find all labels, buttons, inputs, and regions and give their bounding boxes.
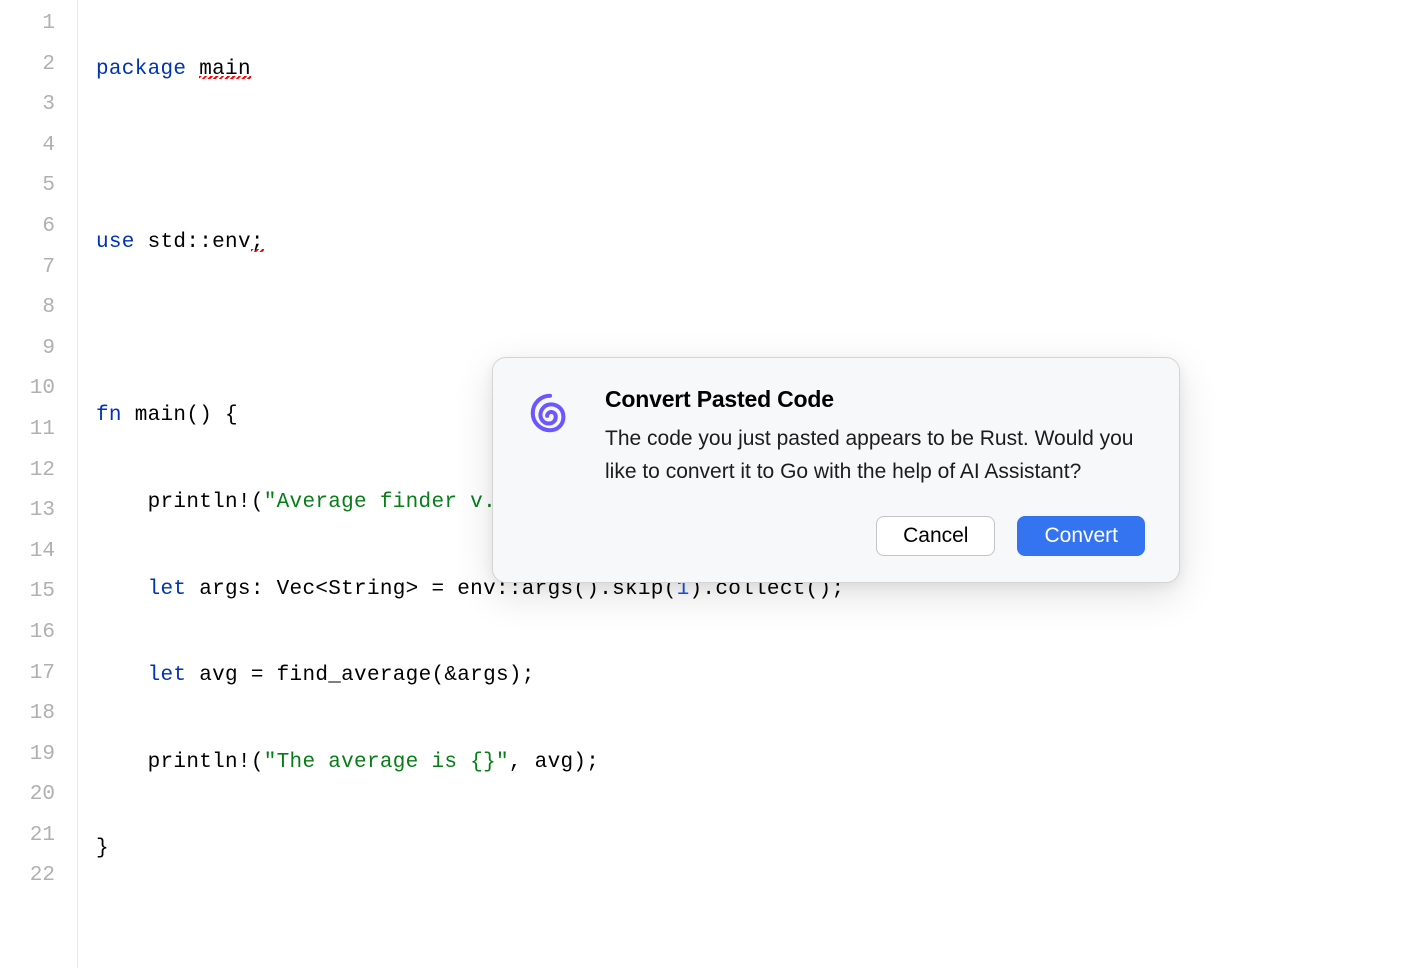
- line-number[interactable]: 15: [0, 572, 77, 613]
- line-number[interactable]: 6: [0, 207, 77, 248]
- code-text: std::env;: [148, 231, 264, 254]
- code-text: main() {: [135, 404, 238, 427]
- code-text: println!(: [96, 751, 264, 774]
- dialog-button-row: Cancel Convert: [527, 516, 1145, 556]
- keyword: let: [148, 664, 187, 687]
- line-number[interactable]: 16: [0, 613, 77, 654]
- line-number[interactable]: 8: [0, 288, 77, 329]
- line-number[interactable]: 19: [0, 735, 77, 776]
- code-line[interactable]: [96, 916, 1424, 957]
- identifier-error: main: [199, 58, 251, 81]
- line-number[interactable]: 14: [0, 532, 77, 573]
- code-text: [96, 664, 148, 687]
- line-number[interactable]: 9: [0, 329, 77, 370]
- line-number[interactable]: 4: [0, 126, 77, 167]
- line-number[interactable]: 5: [0, 166, 77, 207]
- code-line[interactable]: package main: [96, 50, 1424, 91]
- dialog-text: Convert Pasted Code The code you just pa…: [605, 386, 1145, 488]
- code-line[interactable]: }: [96, 829, 1424, 870]
- convert-pasted-code-dialog: Convert Pasted Code The code you just pa…: [492, 357, 1180, 583]
- code-text: avg = find_average(&args);: [186, 664, 534, 687]
- dialog-body: Convert Pasted Code The code you just pa…: [527, 386, 1145, 488]
- code-editor: 1 2 3 4 5 6 7 8 9 10 11 12 13 14 15 16 1…: [0, 0, 1424, 968]
- line-number[interactable]: 10: [0, 369, 77, 410]
- keyword: fn: [96, 404, 122, 427]
- ai-assistant-spiral-icon: [527, 390, 573, 436]
- line-number[interactable]: 18: [0, 694, 77, 735]
- code-text: [96, 578, 148, 601]
- line-number[interactable]: 2: [0, 45, 77, 86]
- line-number[interactable]: 11: [0, 410, 77, 451]
- code-text: println!(: [96, 491, 264, 514]
- line-number[interactable]: 1: [0, 4, 77, 45]
- code-line[interactable]: use std::env;: [96, 223, 1424, 264]
- keyword: package: [96, 58, 186, 81]
- line-number[interactable]: 13: [0, 491, 77, 532]
- line-number[interactable]: 20: [0, 775, 77, 816]
- line-number[interactable]: 22: [0, 856, 77, 897]
- line-number[interactable]: 17: [0, 654, 77, 695]
- dialog-title: Convert Pasted Code: [605, 386, 1145, 413]
- code-line[interactable]: [96, 310, 1424, 351]
- dialog-message: The code you just pasted appears to be R…: [605, 423, 1145, 488]
- convert-button[interactable]: Convert: [1017, 516, 1145, 556]
- keyword: use: [96, 231, 135, 254]
- code-text: }: [96, 837, 109, 860]
- line-number[interactable]: 12: [0, 451, 77, 492]
- line-number-gutter: 1 2 3 4 5 6 7 8 9 10 11 12 13 14 15 16 1…: [0, 0, 78, 968]
- string-literal: "The average is {}": [264, 751, 509, 774]
- code-line[interactable]: [96, 137, 1424, 178]
- keyword: let: [148, 578, 187, 601]
- line-number[interactable]: 7: [0, 248, 77, 289]
- cancel-button[interactable]: Cancel: [876, 516, 995, 556]
- line-number[interactable]: 21: [0, 816, 77, 857]
- code-line[interactable]: println!("The average is {}", avg);: [96, 743, 1424, 784]
- code-line[interactable]: let avg = find_average(&args);: [96, 656, 1424, 697]
- code-text: , avg);: [509, 751, 599, 774]
- line-number[interactable]: 3: [0, 85, 77, 126]
